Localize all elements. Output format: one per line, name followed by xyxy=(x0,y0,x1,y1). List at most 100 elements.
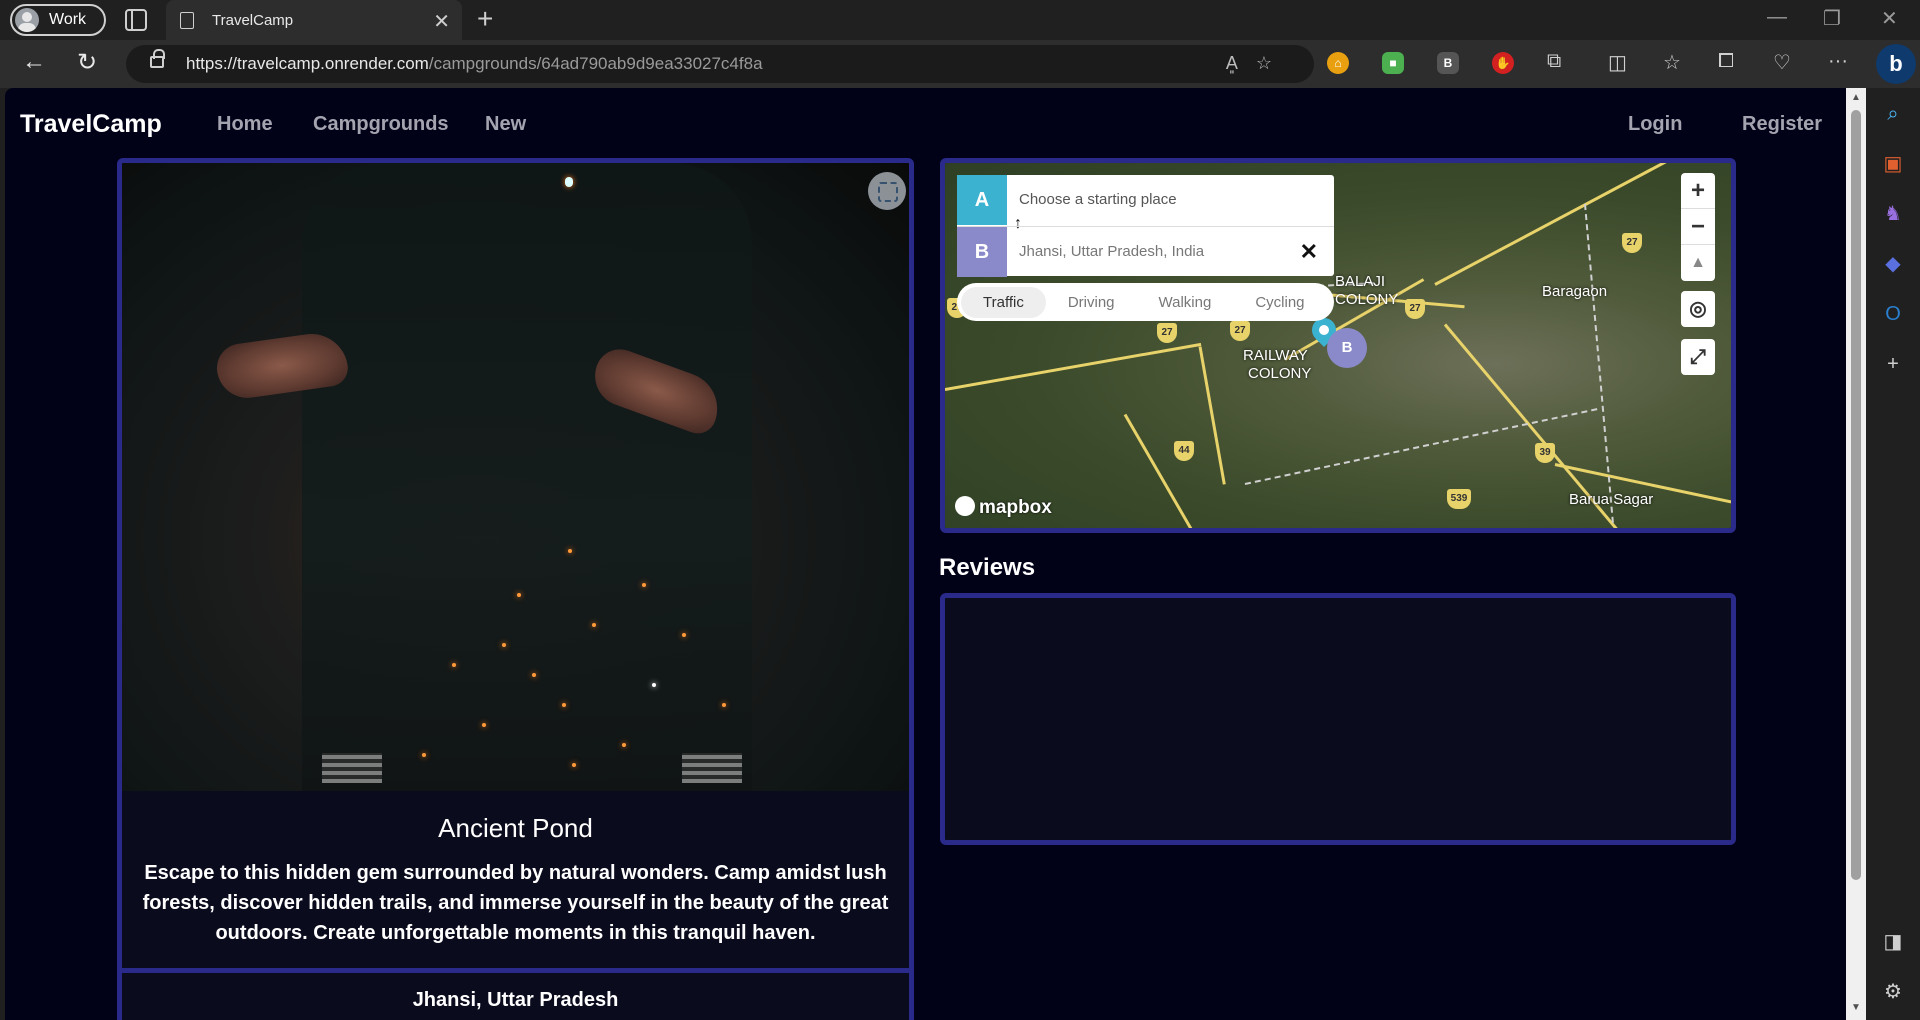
profile-walking[interactable]: Walking xyxy=(1137,287,1234,318)
scroll-down-icon[interactable]: ▼ xyxy=(1851,1002,1861,1013)
nav-campgrounds[interactable]: Campgrounds xyxy=(313,113,449,136)
destination-marker[interactable]: B xyxy=(1327,328,1367,368)
nav-login[interactable]: Login xyxy=(1628,113,1682,136)
spark xyxy=(568,549,572,553)
campground-title: Ancient Pond xyxy=(438,813,593,843)
settings-gear-icon[interactable]: ⚙ xyxy=(1881,980,1905,1004)
nav-home[interactable]: Home xyxy=(217,113,273,136)
tab-travelcamp[interactable]: TravelCamp ✕ xyxy=(166,0,462,40)
map-label-railway-colony: COLONY xyxy=(1248,365,1312,382)
clear-destination-icon[interactable]: ✕ xyxy=(1300,239,1318,265)
visual-search-icon[interactable] xyxy=(868,172,906,210)
spark xyxy=(652,683,656,687)
close-icon[interactable]: ✕ xyxy=(433,9,450,34)
extension-icon[interactable]: B xyxy=(1437,52,1459,74)
outlook-icon[interactable]: O xyxy=(1881,302,1905,326)
page-scrollbar[interactable]: ▲ ▼ xyxy=(1846,88,1866,1020)
road xyxy=(1434,163,1701,286)
reviews-panel xyxy=(940,593,1736,845)
spark xyxy=(592,623,596,627)
restore-icon[interactable]: ❐ xyxy=(1823,6,1841,31)
tab-title: TravelCamp xyxy=(212,11,294,29)
map-label-barua-sagar: Barua Sagar xyxy=(1569,491,1654,508)
lock-icon xyxy=(150,49,165,68)
split-screen-icon[interactable]: ◫ xyxy=(1608,50,1627,75)
highway-shield: 27 xyxy=(1622,233,1642,253)
highway-shield: 44 xyxy=(1174,441,1194,461)
geolocate-icon[interactable]: ◎ xyxy=(1681,291,1715,327)
read-aloud-favorite-icons[interactable]: A͈☆ xyxy=(1226,53,1290,74)
back-arrow-icon[interactable]: ← xyxy=(22,48,46,76)
new-tab-icon[interactable]: + xyxy=(477,3,493,35)
red-extension-icon[interactable]: ✋ xyxy=(1492,52,1514,74)
url-host: https://travelcamp.onrender.com xyxy=(186,54,429,73)
toolbox-icon[interactable]: ▣ xyxy=(1881,152,1905,176)
zoom-in-icon[interactable]: + xyxy=(1681,173,1715,209)
origin-input[interactable]: Choose a starting place xyxy=(1019,191,1177,208)
directions-panel: A Choose a starting place ↕ B Jhansi, Ut… xyxy=(957,175,1334,277)
highway-shield: 27 xyxy=(1405,299,1425,319)
more-icon[interactable]: ··· xyxy=(1828,50,1848,73)
favorites-icon[interactable]: ☆ xyxy=(1663,50,1681,75)
browser-tab-bar: Work TravelCamp ✕ + — ❐ ✕ xyxy=(0,0,1920,40)
compass-icon[interactable]: ▲ xyxy=(1681,245,1715,281)
site-navbar: TravelCamp Home Campgrounds New Login Re… xyxy=(5,88,1846,158)
destination-input[interactable]: Jhansi, Uttar Pradesh, India xyxy=(1019,243,1204,260)
home-extension-icon[interactable]: ⌂ xyxy=(1327,52,1349,74)
road xyxy=(945,342,1202,391)
spark xyxy=(572,763,576,767)
brand-logo[interactable]: TravelCamp xyxy=(20,110,162,139)
add-icon[interactable]: + xyxy=(1881,352,1905,376)
profile-cycling[interactable]: Cycling xyxy=(1233,287,1326,318)
fullscreen-control: ⤢ xyxy=(1681,339,1715,375)
spark xyxy=(482,723,486,727)
sidebar-toggle-icon[interactable]: ◨ xyxy=(1881,930,1905,954)
refresh-icon[interactable]: ↻ xyxy=(77,48,97,77)
destination-badge: B xyxy=(957,227,1007,277)
mapbox-logo[interactable]: mapbox xyxy=(955,496,1052,519)
window-close-icon[interactable]: ✕ xyxy=(1881,6,1898,31)
nav-new[interactable]: New xyxy=(485,113,526,136)
profile-driving[interactable]: Driving xyxy=(1046,287,1137,318)
fullscreen-icon[interactable]: ⤢ xyxy=(1681,339,1715,375)
health-icon[interactable]: ♡ xyxy=(1773,50,1791,75)
bing-copilot-icon[interactable]: b xyxy=(1876,44,1916,84)
campground-location: Jhansi, Uttar Pradesh xyxy=(122,968,909,1020)
search-icon[interactable]: ⌕ xyxy=(1881,102,1905,126)
zoom-controls: + − ▲ xyxy=(1681,173,1715,281)
spark xyxy=(642,583,646,587)
minimize-icon[interactable]: — xyxy=(1767,6,1787,29)
map-canvas[interactable]: 27 27 27 27 44 39 539 27 RAILWAY COLONY … xyxy=(945,163,1731,528)
page-viewport: TravelCamp Home Campgrounds New Login Re… xyxy=(5,88,1846,1020)
scroll-up-icon[interactable]: ▲ xyxy=(1851,92,1861,103)
spark xyxy=(722,703,726,707)
url-path: /campgrounds/64ad790ab9d9ea33027c4f8a xyxy=(428,54,763,73)
road xyxy=(1123,413,1227,528)
collections-icon[interactable]: ⧠ xyxy=(1718,50,1734,73)
campground-card: Ancient Pond Escape to this hidden gem s… xyxy=(117,158,914,1020)
campground-description: Escape to this hidden gem surrounded by … xyxy=(142,862,889,944)
map-card: 27 27 27 27 44 39 539 27 RAILWAY COLONY … xyxy=(940,158,1736,533)
extensions-puzzle-icon[interactable]: ⧉ xyxy=(1547,50,1561,73)
nav-register[interactable]: Register xyxy=(1742,113,1822,136)
page-icon xyxy=(180,11,194,29)
mapbox-logo-icon xyxy=(955,496,975,516)
zoom-out-icon[interactable]: − xyxy=(1681,209,1715,245)
location-text: Jhansi, Uttar Pradesh xyxy=(412,989,619,1011)
address-bar-row: ← ↻ https://travelcamp.onrender.com/camp… xyxy=(0,40,1920,88)
scrollbar-thumb[interactable] xyxy=(1851,110,1861,880)
spark xyxy=(682,633,686,637)
road xyxy=(1198,346,1226,485)
profile-button[interactable]: Work xyxy=(10,4,106,36)
mapbox-logo-text: mapbox xyxy=(979,497,1052,518)
games-icon[interactable]: ♞ xyxy=(1881,202,1905,226)
spark xyxy=(502,643,506,647)
green-extension-icon[interactable]: ■ xyxy=(1382,52,1404,74)
highway-shield: 539 xyxy=(1447,489,1471,509)
spark xyxy=(517,593,521,597)
copilot-icon[interactable]: ◆ xyxy=(1881,252,1905,276)
tab-actions-icon[interactable] xyxy=(125,9,147,31)
map-label-balaji: COLONY xyxy=(1335,291,1399,308)
profile-traffic[interactable]: Traffic xyxy=(961,286,1046,318)
url-input[interactable]: https://travelcamp.onrender.com/campgrou… xyxy=(126,45,1314,83)
